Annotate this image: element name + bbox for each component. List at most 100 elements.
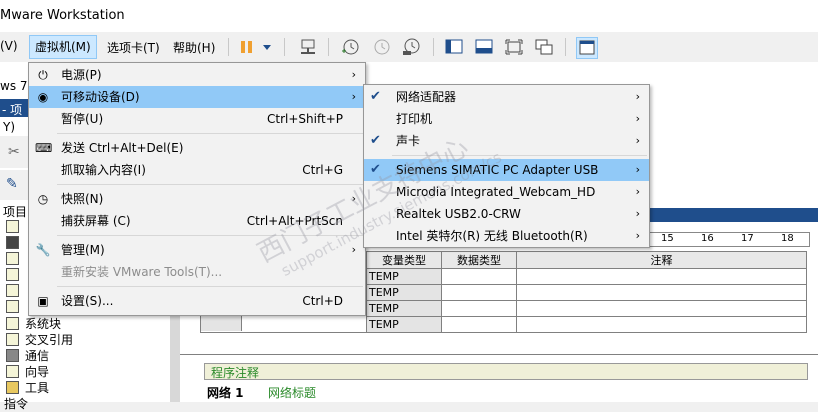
chevron-right-icon: ›: [635, 207, 640, 220]
pane-title: - 项: [2, 103, 23, 117]
device-item-printer[interactable]: 打印机 ›: [364, 108, 649, 130]
system-block-icon: [6, 317, 19, 330]
chevron-right-icon: ›: [635, 163, 640, 176]
snapshot-revert-icon[interactable]: [371, 37, 391, 57]
menu-item-pause[interactable]: 暂停(U) Ctrl+Shift+P: [29, 108, 365, 130]
menu-item-label: 重新安装 VMware Tools(T)...: [61, 265, 223, 279]
menu-help[interactable]: 帮助(H): [173, 39, 215, 56]
editor-title-bar: [648, 208, 818, 222]
ruler-tick: 15: [661, 233, 674, 244]
toolbar-separator: [228, 38, 229, 56]
data-type-cell[interactable]: [441, 284, 517, 301]
table-row[interactable]: TEMP: [366, 300, 807, 317]
table-header-row: 变量类型 数据类型 注释: [366, 251, 807, 269]
device-item-bluetooth[interactable]: Intel 英特尔(R) 无线 Bluetooth(R) ›: [364, 225, 649, 247]
vm-tab-fragment[interactable]: ws 7: [0, 79, 28, 93]
menu-shortcut: Ctrl+D: [302, 294, 343, 308]
menu-item-send-ctrl-alt-del[interactable]: ⌨ 发送 Ctrl+Alt+Del(E): [29, 137, 365, 159]
menu-item-label: 可移动设备(D): [61, 90, 140, 104]
tool-strip: ✂: [0, 136, 30, 168]
var-type-cell[interactable]: TEMP: [366, 316, 442, 333]
tree-item[interactable]: 向导: [25, 363, 49, 380]
column-header: 数据类型: [441, 251, 517, 269]
device-item-sound-card[interactable]: ✔ 声卡 ›: [364, 130, 649, 152]
tools-icon: [6, 381, 19, 394]
table-row[interactable]: TEMP: [366, 268, 807, 285]
cd-icon: ◉: [37, 90, 49, 104]
var-type-cell[interactable]: TEMP: [366, 268, 442, 285]
comment-cell[interactable]: [516, 268, 807, 285]
vm-menu: ⏻ 电源(P) › ◉ 可移动设备(D) › 暂停(U) Ctrl+Shift+…: [28, 62, 366, 316]
menu-separator: [57, 286, 363, 287]
tree-item[interactable]: 交叉引用: [25, 331, 73, 348]
chevron-down-icon[interactable]: [261, 37, 281, 57]
device-item-network-adapter[interactable]: ✔ 网络适配器 ›: [364, 86, 649, 108]
thumbnail-view-icon[interactable]: [576, 37, 598, 59]
menu-item-power[interactable]: ⏻ 电源(P) ›: [29, 64, 365, 86]
menu-item-label: 管理(M): [61, 243, 105, 257]
tree-item[interactable]: 通信: [25, 347, 49, 364]
menu-item-label: 打印机: [396, 112, 433, 126]
wizard-icon: [6, 365, 19, 378]
menu-bar: (V) 虚拟机(M) 选项卡(T) 帮助(H): [0, 32, 818, 63]
menu-separator: [57, 184, 363, 185]
program-comment-box[interactable]: 程序注释: [204, 363, 808, 380]
network-title[interactable]: 网络标题: [268, 384, 316, 401]
menu-item-label: 暂停(U): [61, 112, 104, 126]
var-type-cell[interactable]: TEMP: [366, 284, 442, 301]
menu-item-label: 电源(P): [61, 68, 102, 82]
table-row[interactable]: TEMP: [366, 316, 807, 333]
tree-item[interactable]: 系统块: [25, 315, 61, 332]
menu-tabs[interactable]: 选项卡(T): [107, 39, 160, 56]
pane-title-bar: - 项: [0, 99, 30, 117]
menu-view[interactable]: (V): [0, 39, 18, 53]
menu-item-label: Intel 英特尔(R) 无线 Bluetooth(R): [396, 229, 588, 243]
comment-cell[interactable]: [516, 284, 807, 301]
menu-item-label: 抓取输入内容(I): [61, 163, 146, 177]
var-type-cell[interactable]: TEMP: [366, 300, 442, 317]
pen-icon[interactable]: ✎: [6, 176, 18, 192]
data-type-cell[interactable]: [441, 316, 517, 333]
menu-item-settings[interactable]: ▣ 设置(S)... Ctrl+D: [29, 290, 365, 312]
tree-item[interactable]: 指令: [4, 395, 28, 412]
comment-cell[interactable]: [516, 316, 807, 333]
table-row[interactable]: TEMP: [366, 284, 807, 301]
fullscreen-icon[interactable]: [504, 37, 524, 57]
comment-cell[interactable]: [516, 300, 807, 317]
tool-strip-2: ✎: [0, 170, 30, 200]
project-tree: 系统块 交叉引用 通信 向导 工具 指令: [0, 314, 170, 411]
menu-fragment: Y): [3, 120, 16, 134]
snapshot-manager-icon[interactable]: [401, 37, 421, 57]
chevron-right-icon: ›: [635, 90, 640, 103]
scissors-icon[interactable]: ✂: [8, 144, 20, 160]
tree-node-icon: [6, 220, 19, 233]
unity-icon[interactable]: [534, 37, 554, 57]
menu-item-removable-devices[interactable]: ◉ 可移动设备(D) ›: [29, 86, 365, 108]
snapshot-take-icon[interactable]: [340, 37, 360, 57]
sidebar-view-icon[interactable]: [444, 37, 464, 57]
menu-vm[interactable]: 虚拟机(M): [29, 35, 97, 59]
wrench-icon: 🔧: [35, 243, 51, 257]
network-label: 网络 1: [207, 386, 244, 400]
menu-separator: [57, 133, 363, 134]
power-icon: ⏻: [38, 68, 48, 82]
data-type-cell[interactable]: [441, 268, 517, 285]
chevron-right-icon: ›: [635, 134, 640, 147]
network-icon[interactable]: [298, 37, 318, 57]
data-type-cell[interactable]: [441, 300, 517, 317]
pause-icon[interactable]: [238, 37, 258, 57]
snapshot-icon: ◷: [37, 192, 49, 206]
menu-item-grab-input[interactable]: 抓取输入内容(I) Ctrl+G: [29, 159, 365, 181]
row-header-cell: [201, 316, 242, 331]
title-bar: Mware Workstation: [0, 0, 818, 32]
ruler-tick: 17: [741, 233, 754, 244]
tree-item[interactable]: 工具: [25, 379, 49, 396]
toolbar-separator: [284, 38, 285, 56]
column-header: 变量类型: [366, 251, 442, 269]
menu-shortcut: Ctrl+Shift+P: [267, 112, 343, 126]
cross-reference-icon: [6, 333, 19, 346]
menu-item-label: 捕获屏幕 (C): [61, 214, 131, 228]
window-title: Mware Workstation: [0, 8, 125, 23]
communication-icon: [6, 349, 19, 362]
console-view-icon[interactable]: [474, 37, 494, 57]
